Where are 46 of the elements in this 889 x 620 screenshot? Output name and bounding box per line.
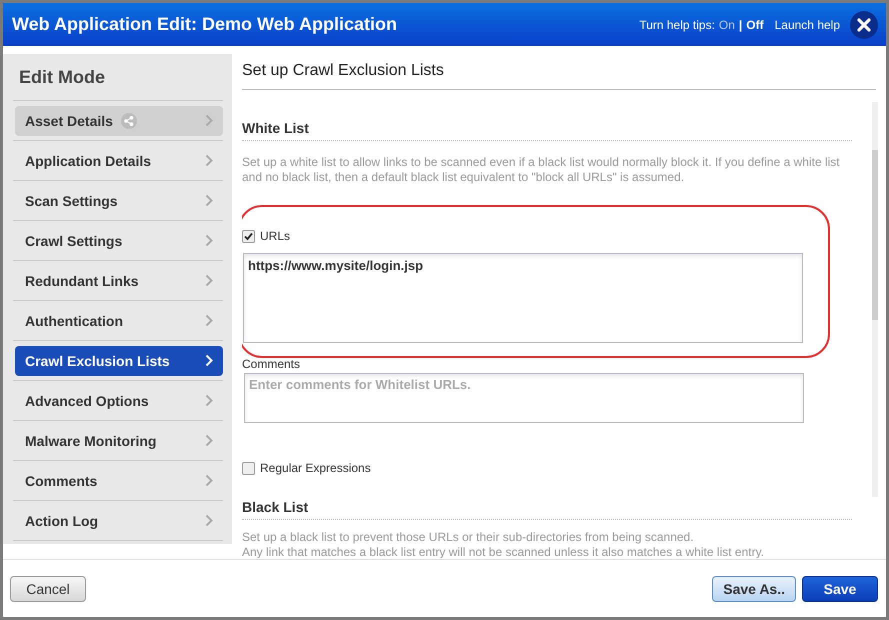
close-button[interactable] (850, 10, 878, 38)
dialog-button[interactable]: Save As.. (712, 576, 796, 602)
chevron-right-icon (205, 194, 213, 207)
dialog-button[interactable]: Cancel (10, 576, 86, 602)
comments-field[interactable]: Enter comments for Whitelist URLs. (244, 373, 804, 423)
section-heading: Black List (242, 475, 852, 520)
separator-text: | (738, 18, 742, 32)
chevron-right-icon (205, 514, 213, 527)
chevron-right-icon (205, 274, 213, 287)
urls-field[interactable]: https://www.mysite/login.jsp (243, 253, 803, 343)
sidebar-item[interactable]: Comments (15, 466, 223, 496)
chevron-right-icon (205, 434, 213, 447)
panel-title: Set up Crawl Exclusion Lists (242, 54, 876, 90)
sidebar-item[interactable]: Action Log (15, 506, 223, 536)
sidebar-item[interactable]: Crawl Settings (15, 226, 223, 256)
help-tips-label: Turn help tips: (639, 18, 715, 32)
launch-help-link[interactable]: Launch help (774, 18, 840, 32)
chevron-right-icon (205, 474, 213, 487)
checkbox-label[interactable]: Regular Expressions (242, 461, 856, 475)
scrollbar[interactable] (872, 102, 878, 497)
sidebar-item[interactable]: Asset Details (15, 106, 223, 136)
sidebar-item[interactable]: Crawl Exclusion Lists (15, 346, 223, 376)
help-tips-option[interactable]: On (718, 18, 735, 32)
sidebar-item[interactable]: Application Details (15, 146, 223, 176)
chevron-right-icon (205, 354, 213, 367)
checkbox-label[interactable]: URLs (242, 229, 856, 243)
checkbox[interactable] (242, 230, 255, 242)
sidebar-item[interactable]: Advanced Options (15, 386, 223, 416)
section-heading: White List (242, 90, 852, 141)
chevron-right-icon (205, 114, 213, 127)
chevron-right-icon (205, 234, 213, 247)
chevron-right-icon (205, 314, 213, 327)
sidebar-item[interactable]: Redundant Links (15, 266, 223, 296)
help-tips-option[interactable]: Off (746, 18, 764, 32)
dialog-button[interactable]: Save (802, 576, 878, 602)
close-icon (857, 18, 871, 32)
chevron-right-icon (205, 154, 213, 167)
section-description: Set up a white list to allow links to be scanned even if a black list would normally block it. If you define a white list and no black list, then a default black list equivalent to "block all URLs" is assumed. (242, 155, 841, 185)
comments-label: Comments (242, 357, 302, 371)
sidebar-item[interactable]: Malware Monitoring (15, 426, 223, 456)
checkbox[interactable] (242, 462, 255, 474)
window-title: Web Application Edit: Demo Web Application (12, 14, 398, 35)
sidebar-item[interactable]: Authentication (15, 306, 223, 336)
sidebar-item[interactable]: Scan Settings (15, 186, 223, 216)
chevron-right-icon (205, 394, 213, 407)
sidebar-title: Edit Mode (13, 54, 223, 101)
